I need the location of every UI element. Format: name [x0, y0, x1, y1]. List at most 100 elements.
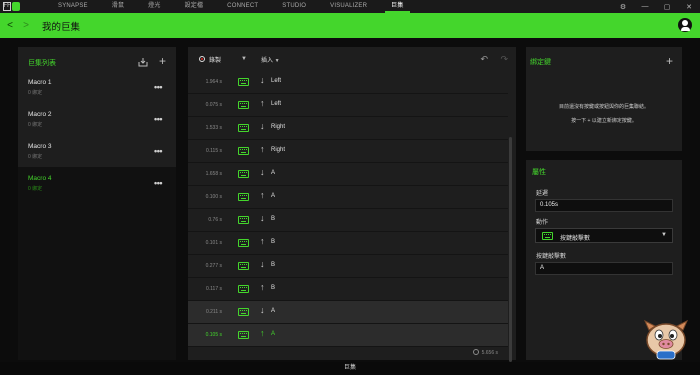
event-delay: 0.277 s	[205, 263, 222, 269]
bottom-bar: 巨集	[0, 362, 700, 375]
add-binding-icon[interactable]: +	[666, 55, 673, 67]
page-header: < > 我的巨集	[0, 13, 700, 38]
event-key: B	[271, 285, 276, 291]
page-title: 我的巨集	[42, 21, 81, 33]
event-key: B	[271, 216, 276, 222]
keyboard-icon	[238, 101, 249, 109]
key-down-arrow-icon: ↓	[260, 167, 265, 177]
key-down-arrow-icon: ↓	[260, 75, 265, 85]
key-down-arrow-icon: ↓	[260, 121, 265, 131]
delay-label: 延遲	[536, 191, 549, 197]
chevron-down-icon[interactable]: ▼	[241, 56, 247, 62]
table-row-selected[interactable]: 0.105 s ↑ A	[188, 324, 508, 347]
tab-connect[interactable]: CONNECT	[215, 0, 270, 13]
settings-gear-icon[interactable]: ⚙	[612, 3, 634, 11]
tab-profiles[interactable]: 設定檔	[173, 0, 216, 13]
tab-macros[interactable]: 巨集	[379, 0, 415, 13]
key-down-arrow-icon: ↓	[260, 213, 265, 223]
avatar-icon[interactable]	[678, 18, 692, 32]
event-delay: 0.211 s	[205, 309, 222, 315]
keyboard-icon	[542, 232, 553, 240]
event-delay: 0.101 s	[205, 240, 222, 246]
bottom-bar-label: 巨集	[343, 365, 356, 371]
tab-synapse[interactable]: SYNAPSE	[46, 0, 100, 13]
keystroke-field[interactable]: A	[535, 262, 673, 275]
table-row[interactable]: 1.964 s ↓ Left	[188, 71, 508, 94]
macro-name: Macro 4	[28, 175, 52, 182]
macro-list-title: 巨集列表	[28, 60, 56, 67]
maximize-icon[interactable]: ▢	[656, 3, 678, 11]
close-icon[interactable]: ✕	[678, 3, 700, 11]
key-up-arrow-icon: ↑	[260, 144, 265, 154]
tab-studio[interactable]: STUDIO	[270, 0, 318, 13]
list-item-selected[interactable]: Macro 4 0 綁定 •••	[28, 175, 168, 195]
binding-panel: 綁定鍵 + 目前還沒有按鍵或按鈕與你的巨集聯結。 按一下 + 以建立新綁定按鍵。	[526, 47, 682, 151]
more-icon[interactable]: •••	[154, 146, 162, 156]
list-item[interactable]: Macro 2 0 綁定 •••	[28, 111, 168, 131]
keyboard-icon	[238, 331, 249, 339]
scrollbar[interactable]	[509, 137, 512, 362]
table-row[interactable]: 1.533 s ↓ Right	[188, 117, 508, 140]
forward-icon[interactable]: >	[20, 20, 32, 31]
keyboard-icon	[238, 308, 249, 316]
binding-hint: 目前還沒有按鍵或按鈕與你的巨集聯結。	[558, 104, 649, 110]
table-row[interactable]: 0.115 s ↑ Right	[188, 140, 508, 163]
key-up-arrow-icon: ↑	[260, 236, 265, 246]
record-label: 錄製	[209, 57, 222, 64]
event-delay: 0.105 s	[205, 332, 222, 338]
key-down-arrow-icon: ↓	[260, 259, 265, 269]
macro-name: Macro 3	[28, 143, 52, 150]
redo-icon[interactable]: ↷	[500, 54, 508, 65]
import-icon[interactable]	[138, 57, 148, 70]
macro-name: Macro 2	[28, 111, 52, 118]
app-logo: FF	[0, 0, 22, 13]
table-row[interactable]: 0.211 s ↓ A	[188, 301, 508, 324]
insert-button[interactable]: 插入 ▼	[261, 55, 280, 64]
table-row[interactable]: 0.277 s ↓ B	[188, 255, 508, 278]
chevron-down-icon: ▼	[661, 232, 667, 238]
table-row[interactable]: 0.101 s ↑ B	[188, 232, 508, 255]
key-up-arrow-icon: ↑	[260, 190, 265, 200]
event-delay: 0.075 s	[205, 102, 222, 108]
list-item[interactable]: Macro 1 0 綁定 •••	[28, 79, 168, 99]
event-key: A	[271, 308, 276, 314]
total-duration: 5.656 s	[472, 349, 498, 356]
minimize-icon[interactable]: —	[634, 3, 656, 10]
key-up-arrow-icon: ↑	[260, 98, 265, 108]
macro-bind-count: 0 綁定	[28, 154, 43, 160]
action-select[interactable]: 按鍵敲擊數 ▼	[535, 228, 673, 243]
event-key: Left	[271, 78, 282, 84]
back-icon[interactable]: <	[4, 20, 16, 31]
key-down-arrow-icon: ↓	[260, 305, 265, 315]
event-delay: 0.115 s	[205, 148, 222, 154]
chevron-down-icon: ▼	[274, 57, 280, 64]
table-row[interactable]: 0.76 s ↓ B	[188, 209, 508, 232]
keyboard-icon	[238, 239, 249, 247]
keyboard-icon	[238, 285, 249, 293]
event-key: A	[271, 193, 276, 199]
more-icon[interactable]: •••	[154, 114, 162, 124]
macro-list-card: 巨集列表 + Macro 1 0 綁定 ••• Macro 2 0 綁定 •••…	[18, 47, 176, 167]
add-icon[interactable]: +	[159, 55, 166, 67]
delay-field[interactable]: 0.105s	[535, 199, 673, 212]
more-icon[interactable]: •••	[154, 178, 162, 188]
tab-mouse[interactable]: 滑鼠	[100, 0, 136, 13]
table-row[interactable]: 0.100 s ↑ A	[188, 186, 508, 209]
event-delay: 1.533 s	[205, 125, 222, 131]
tab-visualizer[interactable]: VISUALIZER	[318, 0, 379, 13]
macro-events-list: 1.964 s ↓ Left 0.075 s ↑ Left 1.533 s ↓ …	[188, 71, 508, 347]
table-row[interactable]: 0.075 s ↑ Left	[188, 94, 508, 117]
tab-lighting[interactable]: 燈光	[136, 0, 172, 13]
table-row[interactable]: 0.117 s ↑ B	[188, 278, 508, 301]
list-item[interactable]: Macro 3 0 綁定 •••	[28, 143, 168, 163]
keyboard-icon	[238, 262, 249, 270]
event-delay: 0.100 s	[205, 194, 222, 200]
keyboard-icon	[238, 124, 249, 132]
keystroke-label: 按鍵敲擊數	[536, 254, 567, 260]
table-row[interactable]: 1.658 s ↓ A	[188, 163, 508, 186]
more-icon[interactable]: •••	[154, 82, 162, 92]
undo-icon[interactable]: ↶	[480, 54, 488, 65]
record-button[interactable]: 錄製	[199, 55, 221, 64]
total-duration-value: 5.656 s	[481, 350, 498, 356]
macro-bind-count: 0 綁定	[28, 122, 43, 128]
